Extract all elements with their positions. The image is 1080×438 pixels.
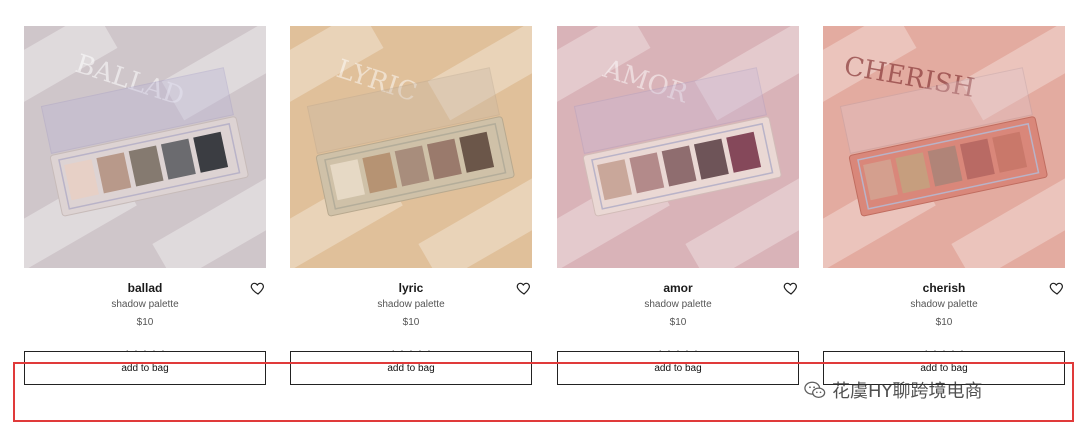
product-info: amor shadow palette $10 ★★★★☆ bbox=[557, 268, 799, 358]
product-subtitle: shadow palette bbox=[111, 299, 179, 310]
product-name[interactable]: amor bbox=[557, 281, 799, 295]
wishlist-heart-icon[interactable] bbox=[1049, 280, 1065, 296]
product-card: AMOR amor shadow palette $10 ★ bbox=[557, 26, 799, 358]
product-card: LYRIC lyric shadow palette $10 bbox=[290, 26, 532, 358]
product-name[interactable]: ballad bbox=[24, 281, 266, 295]
product-card: CHERISH cherish shadow palette $10 bbox=[823, 26, 1065, 358]
product-card: BALLAD ballad shadow palette $10 bbox=[24, 26, 266, 358]
product-subtitle: shadow palette bbox=[377, 299, 445, 310]
wishlist-heart-icon[interactable] bbox=[250, 280, 266, 296]
watermark: 花虞HY聊跨境电商 bbox=[804, 376, 983, 404]
product-name[interactable]: cherish bbox=[823, 281, 1065, 295]
product-image[interactable]: AMOR bbox=[557, 26, 799, 268]
wishlist-heart-icon[interactable] bbox=[516, 280, 532, 296]
palette-photo-svg: LYRIC bbox=[290, 26, 532, 268]
product-subtitle: shadow palette bbox=[910, 299, 978, 310]
product-price: $10 bbox=[402, 317, 420, 328]
watermark-text: 花虞HY聊跨境电商 bbox=[832, 381, 983, 402]
palette-photo-svg: BALLAD bbox=[24, 26, 266, 268]
product-grid: BALLAD ballad shadow palette $10 LYRIC l… bbox=[0, 0, 1080, 438]
product-subtitle: shadow palette bbox=[644, 299, 712, 310]
palette-photo-svg: CHERISH bbox=[823, 26, 1065, 268]
product-info: lyric shadow palette $10 ★★★★★ bbox=[290, 268, 532, 358]
product-image[interactable]: BALLAD bbox=[24, 26, 266, 268]
product-name[interactable]: lyric bbox=[290, 281, 532, 295]
product-price: $10 bbox=[935, 317, 953, 328]
add-to-bag-button[interactable]: add to bag bbox=[290, 351, 532, 385]
product-image[interactable]: LYRIC bbox=[290, 26, 532, 268]
product-info: cherish shadow palette $10 ★★★★★ bbox=[823, 268, 1065, 358]
product-info: ballad shadow palette $10 ★★★★★ bbox=[24, 268, 266, 358]
chat-bubble-icon bbox=[804, 381, 826, 398]
add-to-bag-button[interactable]: add to bag bbox=[557, 351, 799, 385]
product-image[interactable]: CHERISH bbox=[823, 26, 1065, 268]
wishlist-heart-icon[interactable] bbox=[783, 280, 799, 296]
product-price: $10 bbox=[669, 317, 687, 328]
add-to-bag-button[interactable]: add to bag bbox=[24, 351, 266, 385]
product-price: $10 bbox=[136, 317, 154, 328]
palette-photo-svg: AMOR bbox=[557, 26, 799, 268]
